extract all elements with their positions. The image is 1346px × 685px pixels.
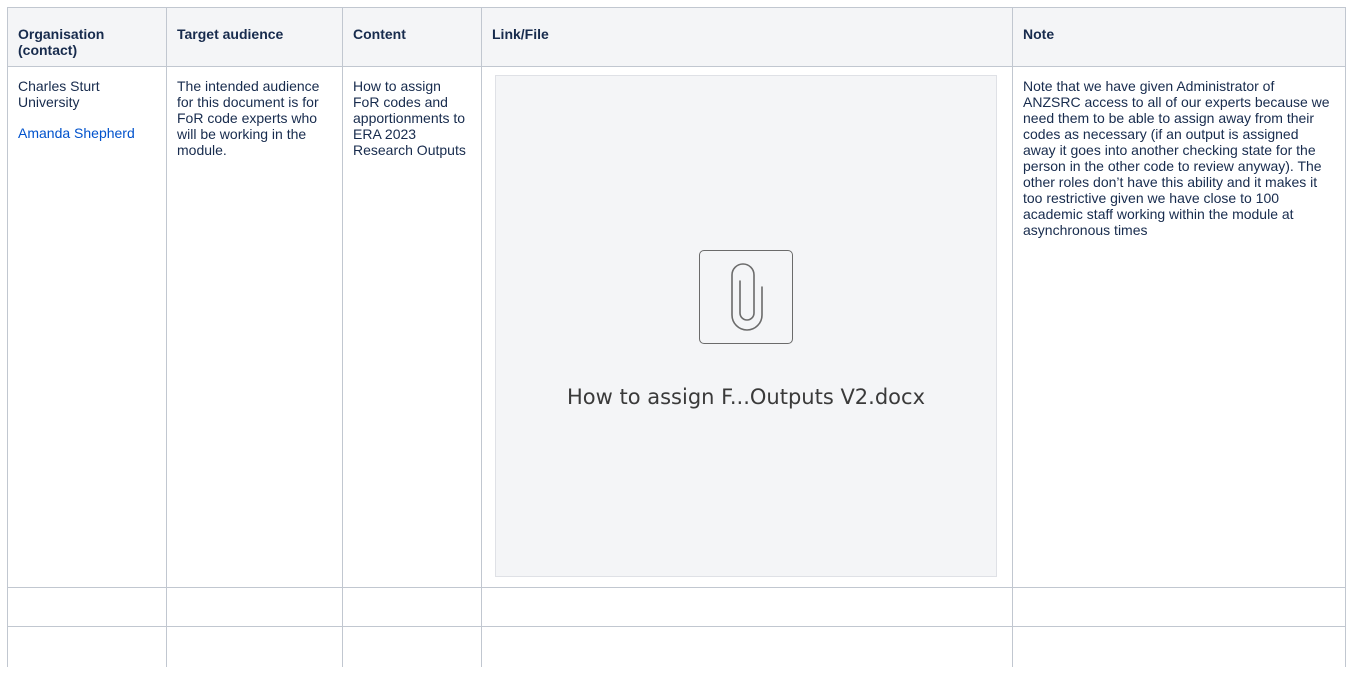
header-content: Content bbox=[342, 7, 482, 67]
table-header-row: Organisation (contact) Target audience C… bbox=[7, 7, 1346, 67]
resource-table-wrapper: Organisation (contact) Target audience C… bbox=[7, 7, 1346, 667]
organisation-cell: Charles Sturt University Amanda Shepherd bbox=[7, 66, 167, 588]
empty-cell[interactable] bbox=[7, 626, 167, 667]
table-row bbox=[7, 587, 1346, 627]
empty-cell[interactable] bbox=[481, 587, 1013, 627]
empty-cell[interactable] bbox=[342, 587, 482, 627]
empty-cell[interactable] bbox=[342, 626, 482, 667]
audience-cell: The intended audience for this document … bbox=[166, 66, 343, 588]
table-row: Charles Sturt University Amanda Shepherd… bbox=[7, 66, 1346, 588]
file-attachment[interactable]: How to assign F...Outputs V2.docx bbox=[495, 75, 997, 577]
table-row bbox=[7, 626, 1346, 667]
header-note: Note bbox=[1012, 7, 1346, 67]
organisation-name: Charles Sturt University bbox=[18, 78, 100, 110]
empty-cell[interactable] bbox=[1012, 587, 1346, 627]
empty-cell[interactable] bbox=[1012, 626, 1346, 667]
empty-cell[interactable] bbox=[166, 626, 343, 667]
contact-link[interactable]: Amanda Shepherd bbox=[18, 125, 156, 141]
paperclip-icon bbox=[699, 250, 793, 344]
attachment-file-name: How to assign F...Outputs V2.docx bbox=[567, 385, 925, 409]
header-link-file: Link/File bbox=[481, 7, 1013, 67]
empty-cell[interactable] bbox=[166, 587, 343, 627]
header-target-audience: Target audience bbox=[166, 7, 343, 67]
content-cell: How to assign FoR codes and apportionmen… bbox=[342, 66, 482, 588]
empty-cell[interactable] bbox=[481, 626, 1013, 667]
resource-table: Organisation (contact) Target audience C… bbox=[7, 7, 1346, 667]
note-cell: Note that we have given Administrator of… bbox=[1012, 66, 1346, 588]
header-organisation: Organisation (contact) bbox=[7, 7, 167, 67]
link-file-cell: How to assign F...Outputs V2.docx bbox=[481, 66, 1013, 588]
empty-cell[interactable] bbox=[7, 587, 167, 627]
